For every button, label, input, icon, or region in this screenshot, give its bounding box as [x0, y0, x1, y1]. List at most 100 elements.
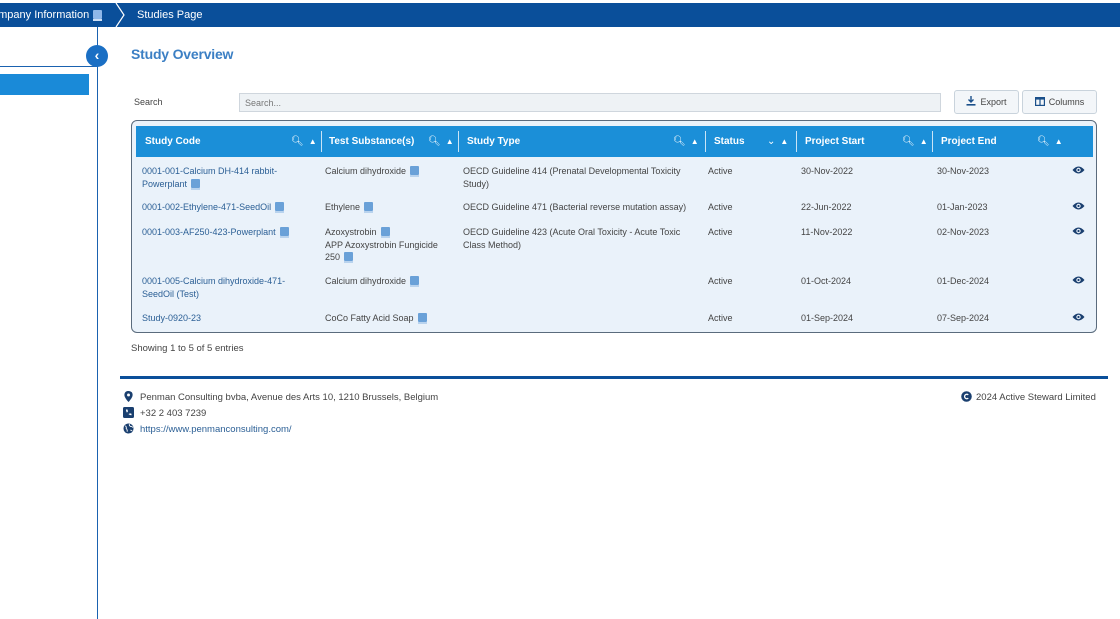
- search-icon[interactable]: 🔍︎: [428, 136, 441, 147]
- sidebar-item-active[interactable]: [0, 74, 89, 95]
- search-icon[interactable]: 🔍︎: [291, 136, 304, 147]
- book-icon: [279, 227, 289, 238]
- study-type-cell: OECD Guideline 423 (Acute Oral Toxicity …: [463, 226, 703, 251]
- footer-divider: [120, 376, 1108, 379]
- project-end-cell: 30-Nov-2023: [937, 166, 990, 176]
- study-code-text: 0001-002-Ethylene-471-SeedOil: [142, 202, 272, 212]
- book-icon: [417, 313, 427, 324]
- columns-button[interactable]: Columns: [1022, 90, 1097, 114]
- sort-icon[interactable]: ▲︎: [691, 137, 699, 146]
- phone-icon: [123, 407, 134, 418]
- chevron-left-icon: ‹: [94, 47, 100, 63]
- column-divider: [321, 131, 322, 152]
- sort-icon[interactable]: ▲︎: [1055, 137, 1063, 146]
- study-code-text: 0001-001-Calcium DH-414 rabbit-: [142, 166, 278, 176]
- breadcrumb-item-company-information[interactable]: ompany Information: [0, 3, 103, 27]
- footer-copyright: 2024 Active Steward Limited: [961, 391, 1096, 403]
- column-header-study-code[interactable]: Study Code: [145, 126, 201, 157]
- column-header-project-start[interactable]: Project Start: [805, 126, 864, 157]
- study-type-text: Study): [463, 178, 490, 189]
- test-substance-cell: Ethylene: [325, 201, 455, 214]
- copyright-icon: [961, 391, 972, 402]
- study-code-text: SeedOil (Test): [142, 288, 200, 299]
- column-header-test-substance[interactable]: Test Substance(s): [329, 126, 414, 157]
- search-icon[interactable]: 🔍︎: [1037, 136, 1050, 147]
- study-code-link[interactable]: 0001-003-AF250-423-Powerplant: [142, 226, 317, 239]
- project-end-cell: 01-Dec-2024: [937, 276, 990, 286]
- project-start-cell: 01-Oct-2024: [801, 276, 852, 286]
- book-icon: [93, 10, 103, 21]
- study-type-cell: OECD Guideline 471 (Bacterial reverse mu…: [463, 202, 687, 212]
- study-type-cell: OECD Guideline 414 (Prenatal Development…: [463, 165, 703, 190]
- substance-text: Calcium dihydroxide: [325, 166, 407, 176]
- eye-icon[interactable]: [1072, 201, 1085, 211]
- sidebar: [0, 27, 98, 619]
- breadcrumb: ompany Information Studies Page: [0, 3, 1120, 27]
- column-divider: [796, 131, 797, 152]
- eye-icon[interactable]: [1072, 275, 1085, 285]
- column-divider: [932, 131, 933, 152]
- sidebar-divider: [0, 66, 97, 67]
- address-text: Penman Consulting bvba, Avenue des Arts …: [140, 392, 439, 403]
- breadcrumb-item-studies-page[interactable]: Studies Page: [137, 3, 202, 27]
- study-code-link[interactable]: Study-0920-23: [142, 312, 317, 325]
- phone-text: +32 2 403 7239: [140, 408, 207, 419]
- page-title: Study Overview: [131, 46, 234, 62]
- eye-icon[interactable]: [1072, 312, 1085, 322]
- sort-icon[interactable]: ▲︎: [309, 137, 317, 146]
- study-code-link[interactable]: 0001-002-Ethylene-471-SeedOil: [142, 201, 317, 214]
- columns-label: Columns: [1048, 97, 1085, 107]
- globe-icon: [123, 423, 134, 434]
- substance-text: Calcium dihydroxide: [325, 276, 407, 286]
- book-icon: [344, 252, 354, 263]
- column-header-study-type[interactable]: Study Type: [467, 126, 520, 157]
- search-label: Search: [134, 97, 163, 107]
- column-header-status[interactable]: Status: [714, 126, 745, 157]
- study-code-link[interactable]: 0001-001-Calcium DH-414 rabbit- Powerplan…: [142, 165, 317, 190]
- website-link[interactable]: https://www.penmanconsulting.com/: [140, 424, 292, 435]
- search-icon[interactable]: 🔍︎: [902, 136, 915, 147]
- book-icon: [275, 202, 285, 213]
- project-end-cell: 01-Jan-2023: [937, 202, 988, 212]
- book-icon: [410, 166, 420, 177]
- project-start-cell: 01-Sep-2024: [801, 313, 854, 323]
- status-cell: Active: [708, 276, 733, 286]
- map-pin-icon: [124, 391, 133, 402]
- status-cell: Active: [708, 227, 733, 237]
- chevron-separator-icon: [115, 3, 125, 27]
- export-button[interactable]: Export: [954, 90, 1019, 114]
- substance-text: CoCo Fatty Acid Soap: [325, 313, 414, 323]
- test-substance-cell: Calcium dihydroxide: [325, 275, 455, 288]
- study-type-text: OECD Guideline 414 (Prenatal Development…: [463, 166, 681, 176]
- sort-icon[interactable]: ▲︎: [920, 137, 928, 146]
- test-substance-cell: CoCo Fatty Acid Soap: [325, 312, 455, 325]
- eye-icon[interactable]: [1072, 226, 1085, 236]
- export-label: Export: [980, 97, 1007, 107]
- footer-address: Penman Consulting bvba, Avenue des Arts …: [123, 391, 438, 403]
- chevron-down-icon[interactable]: ⌄: [767, 136, 775, 147]
- test-substance-cell: Azoxystrobin APP Azoxystrobin Fungicide 25…: [325, 226, 455, 264]
- table-header: Study Code 🔍︎ ▲︎ Test Substance(s) 🔍︎ ▲︎ S…: [136, 126, 1093, 157]
- sort-icon[interactable]: ▲︎: [780, 137, 788, 146]
- project-end-cell: 02-Nov-2023: [937, 227, 990, 237]
- column-header-project-end[interactable]: Project End: [941, 126, 997, 157]
- status-cell: Active: [708, 166, 733, 176]
- column-divider: [705, 131, 706, 152]
- download-icon: [966, 96, 976, 106]
- book-icon: [191, 178, 201, 190]
- project-start-cell: 22-Jun-2022: [801, 202, 852, 212]
- search-icon[interactable]: 🔍︎: [673, 136, 686, 147]
- footer-website: https://www.penmanconsulting.com/: [123, 423, 292, 435]
- project-start-cell: 11-Nov-2022: [801, 227, 853, 237]
- study-code-link[interactable]: 0001-005-Calcium dihydroxide-471- SeedOil…: [142, 275, 317, 300]
- book-icon: [380, 227, 390, 238]
- substance-text: 250: [325, 252, 341, 262]
- test-substance-cell: Calcium dihydroxide: [325, 165, 455, 178]
- search-input[interactable]: [239, 93, 941, 112]
- study-type-text: OECD Guideline 423 (Acute Oral Toxicity …: [463, 227, 681, 237]
- sort-icon[interactable]: ▲︎: [446, 137, 454, 146]
- eye-icon[interactable]: [1072, 165, 1085, 175]
- study-code-text: 0001-005-Calcium dihydroxide-471-: [142, 276, 286, 286]
- entries-info: Showing 1 to 5 of 5 entries: [131, 343, 244, 354]
- sidebar-collapse-button[interactable]: ‹: [86, 45, 108, 67]
